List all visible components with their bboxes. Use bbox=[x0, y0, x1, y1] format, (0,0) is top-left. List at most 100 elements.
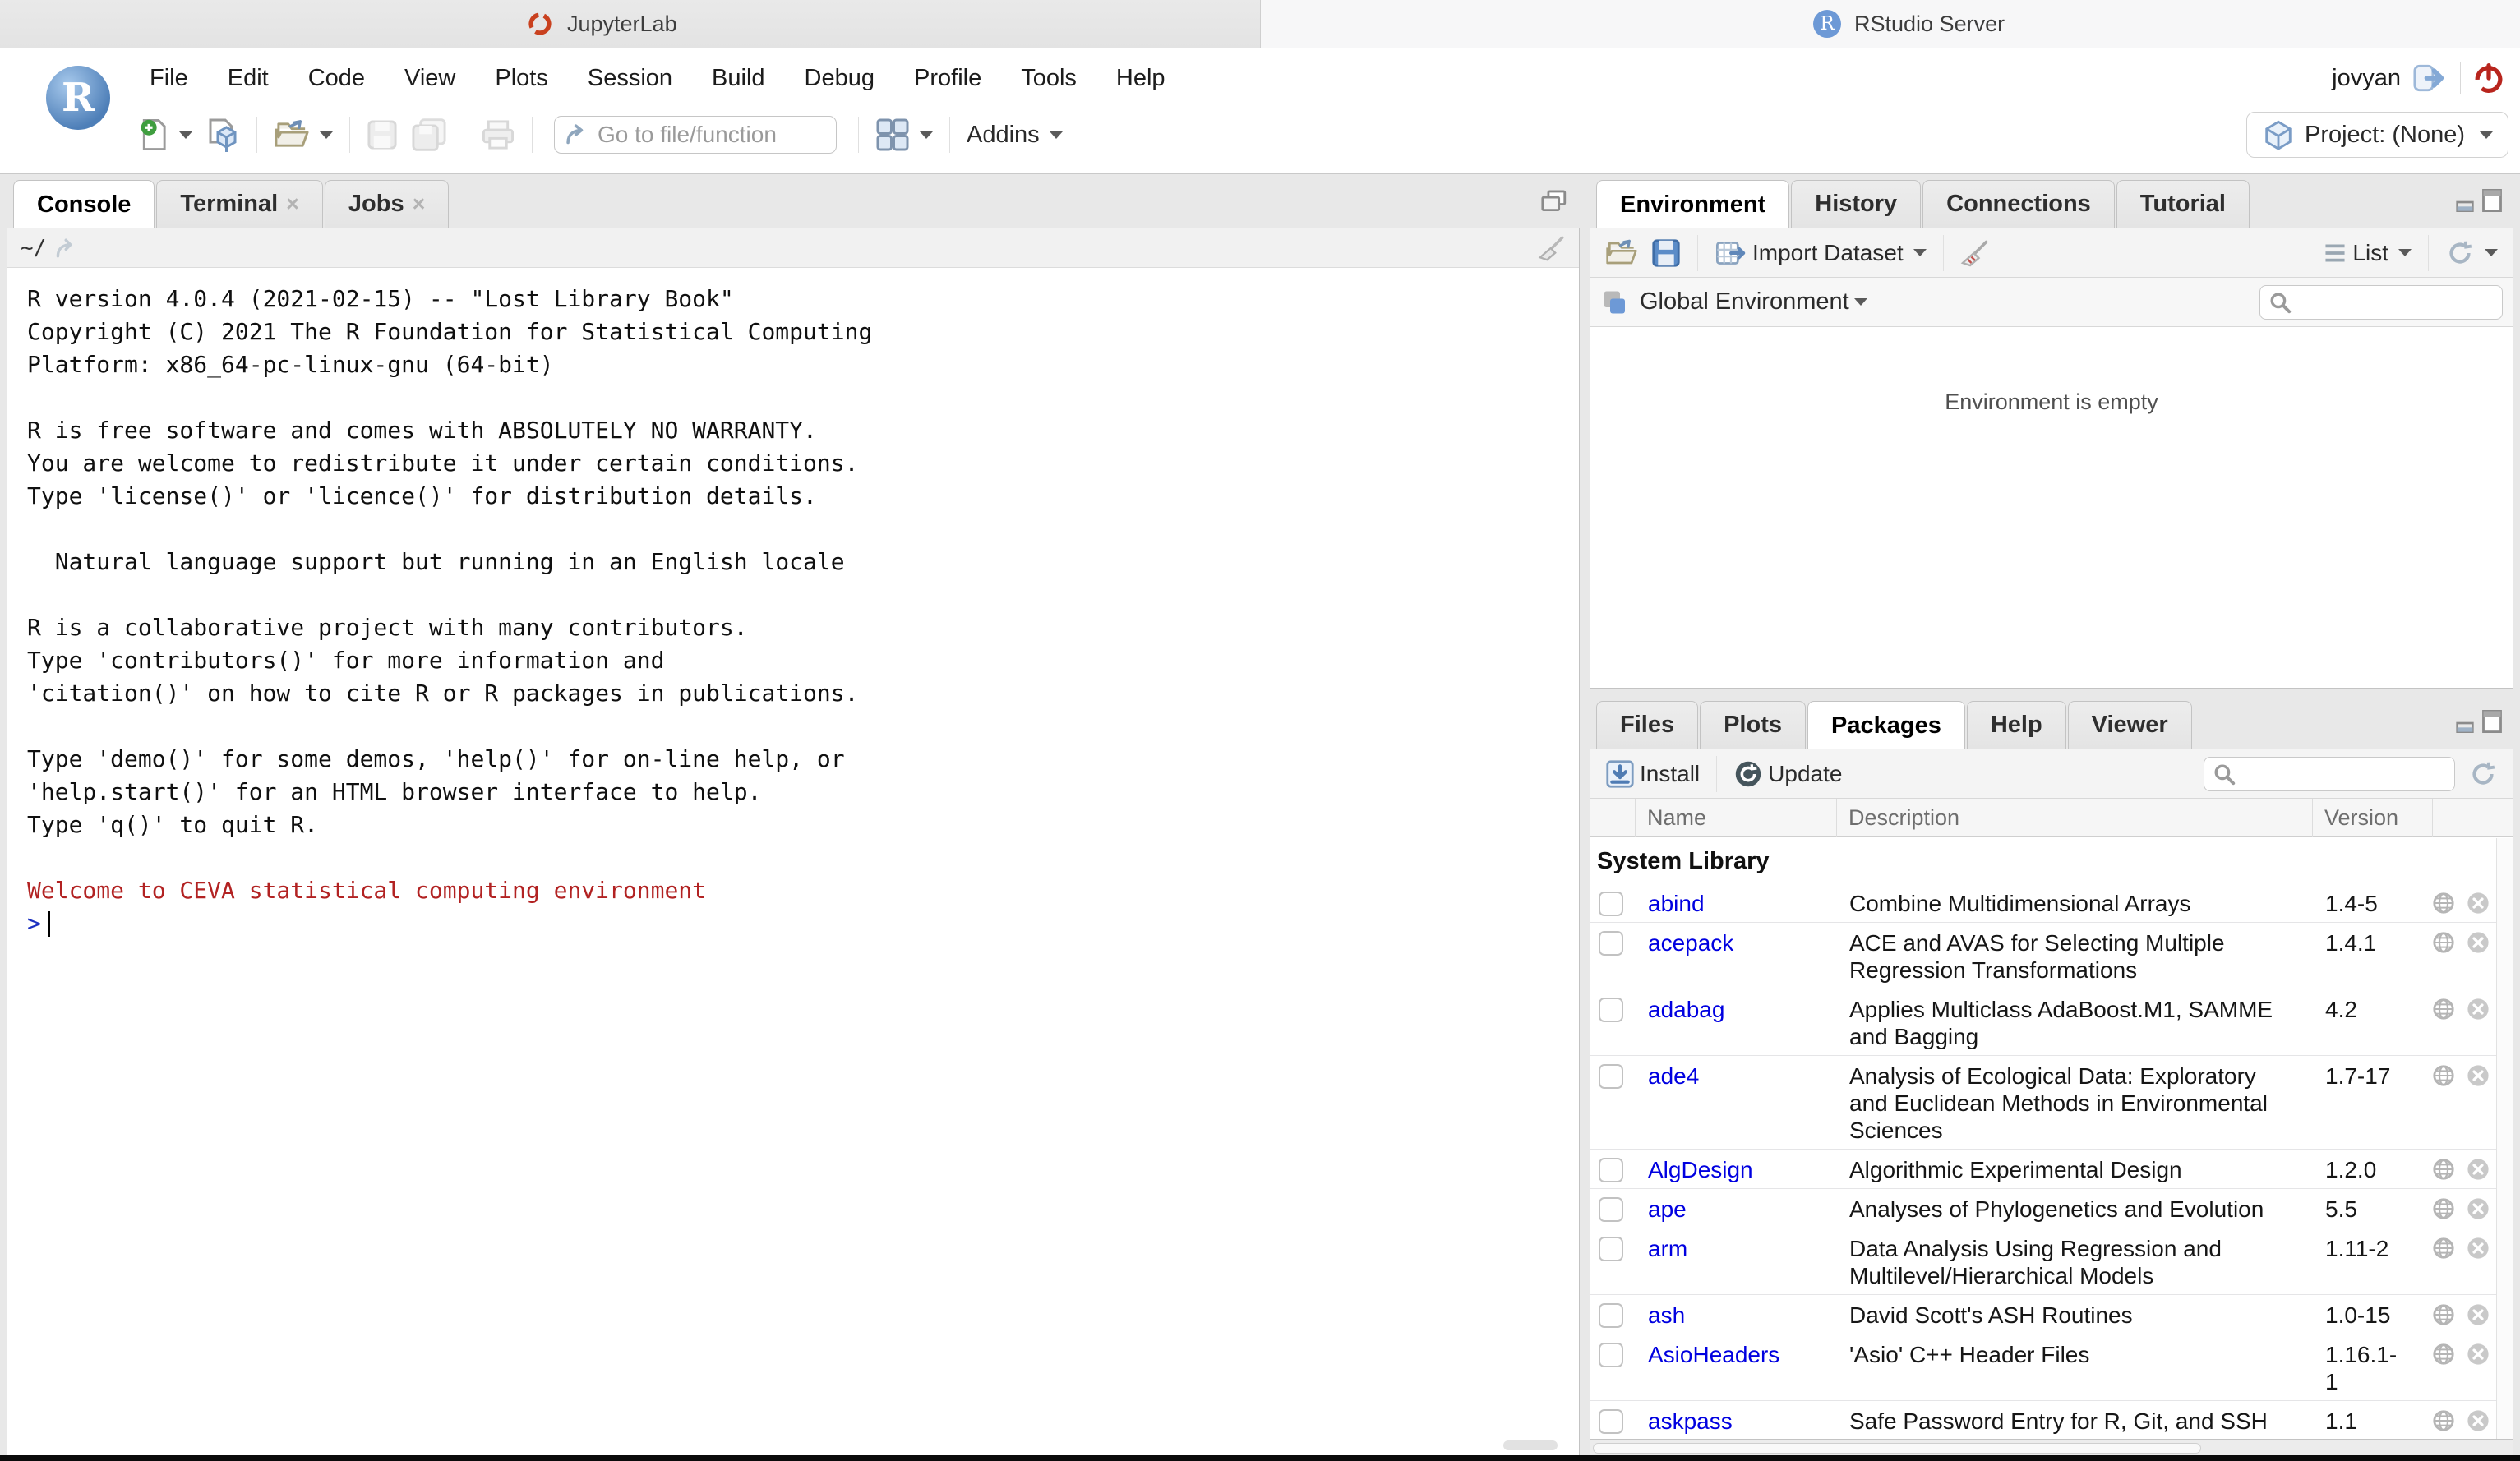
refresh-environment-button[interactable] bbox=[2439, 233, 2504, 273]
sign-out-icon[interactable] bbox=[2412, 62, 2448, 94]
environment-tab-environment[interactable]: Environment bbox=[1596, 180, 1789, 228]
menu-item-code[interactable]: Code bbox=[288, 57, 385, 100]
package-checkbox[interactable] bbox=[1599, 892, 1623, 916]
remove-package-icon[interactable] bbox=[2467, 931, 2490, 954]
list-view-button[interactable]: List bbox=[2316, 235, 2418, 271]
globe-icon[interactable] bbox=[2432, 931, 2455, 954]
new-file-button[interactable] bbox=[132, 113, 199, 157]
install-packages-button[interactable]: Install bbox=[1599, 754, 1706, 794]
package-checkbox[interactable] bbox=[1599, 1158, 1623, 1182]
new-project-button[interactable] bbox=[199, 113, 247, 157]
update-packages-button[interactable]: Update bbox=[1727, 754, 1848, 794]
packages-vertical-scrollbar[interactable] bbox=[2496, 838, 2513, 1439]
import-dataset-button[interactable]: Import Dataset bbox=[1708, 233, 1933, 273]
environment-tab-history[interactable]: History bbox=[1791, 180, 1921, 228]
packages-tab-help[interactable]: Help bbox=[1967, 701, 2066, 749]
packages-tab-files[interactable]: Files bbox=[1596, 701, 1698, 749]
globe-icon[interactable] bbox=[2432, 1064, 2455, 1087]
package-name-link[interactable]: abind bbox=[1635, 888, 1836, 917]
power-icon[interactable] bbox=[2472, 62, 2505, 94]
package-name-link[interactable]: adabag bbox=[1635, 994, 1836, 1023]
save-button[interactable] bbox=[360, 114, 404, 155]
load-workspace-button[interactable] bbox=[1599, 233, 1645, 273]
environment-scope-label[interactable]: Global Environment bbox=[1640, 288, 1849, 316]
environment-tab-connections[interactable]: Connections bbox=[1922, 180, 2115, 228]
package-name-link[interactable]: AsioHeaders bbox=[1635, 1339, 1836, 1368]
console-body[interactable]: ~/ R version 4.0.4 (2021-02-15) -- "Lost… bbox=[7, 228, 1580, 1456]
package-name-link[interactable]: acepack bbox=[1635, 928, 1836, 956]
remove-package-icon[interactable] bbox=[2467, 1158, 2490, 1181]
remove-package-icon[interactable] bbox=[2467, 1303, 2490, 1326]
console-tab-jobs[interactable]: Jobs× bbox=[325, 180, 449, 228]
globe-icon[interactable] bbox=[2432, 1303, 2455, 1326]
menu-item-plots[interactable]: Plots bbox=[475, 57, 567, 100]
environment-tab-tutorial[interactable]: Tutorial bbox=[2116, 180, 2250, 228]
remove-package-icon[interactable] bbox=[2467, 1343, 2490, 1366]
menu-item-file[interactable]: File bbox=[130, 57, 208, 100]
menu-item-session[interactable]: Session bbox=[568, 57, 692, 100]
console-prompt-line[interactable]: > bbox=[27, 907, 1579, 940]
globe-icon[interactable] bbox=[2432, 1343, 2455, 1366]
remove-package-icon[interactable] bbox=[2467, 1409, 2490, 1432]
package-checkbox[interactable] bbox=[1599, 1064, 1623, 1089]
package-name-link[interactable]: ape bbox=[1635, 1194, 1836, 1223]
remove-package-icon[interactable] bbox=[2467, 1237, 2490, 1260]
globe-icon[interactable] bbox=[2432, 1237, 2455, 1260]
menu-item-tools[interactable]: Tools bbox=[1001, 57, 1096, 100]
packages-tab-plots[interactable]: Plots bbox=[1700, 701, 1806, 749]
packages-search-box[interactable] bbox=[2204, 757, 2455, 791]
console-scrollbar-thumb[interactable] bbox=[1503, 1440, 1558, 1450]
globe-icon[interactable] bbox=[2432, 998, 2455, 1021]
package-checkbox[interactable] bbox=[1599, 998, 1623, 1022]
package-checkbox[interactable] bbox=[1599, 1237, 1623, 1261]
packages-window-controls[interactable] bbox=[2456, 710, 2502, 733]
clear-console-broom-icon[interactable] bbox=[1538, 235, 1566, 261]
refresh-packages-button[interactable] bbox=[2462, 754, 2504, 794]
console-tab-terminal[interactable]: Terminal× bbox=[156, 180, 323, 228]
browser-tab-rstudio[interactable]: R RStudio Server bbox=[1261, 0, 2520, 48]
menu-item-debug[interactable]: Debug bbox=[785, 57, 894, 100]
goto-file-function-input[interactable] bbox=[598, 122, 826, 148]
globe-icon[interactable] bbox=[2432, 1409, 2455, 1432]
close-tab-icon[interactable]: × bbox=[413, 193, 426, 215]
addins-button[interactable]: Addins bbox=[960, 117, 1069, 154]
menu-item-view[interactable]: View bbox=[385, 57, 475, 100]
package-checkbox[interactable] bbox=[1599, 1197, 1623, 1222]
package-checkbox[interactable] bbox=[1599, 1409, 1623, 1434]
menu-item-edit[interactable]: Edit bbox=[208, 57, 288, 100]
globe-icon[interactable] bbox=[2432, 1197, 2455, 1220]
menu-item-help[interactable]: Help bbox=[1096, 57, 1185, 100]
package-name-link[interactable]: ash bbox=[1635, 1300, 1836, 1329]
remove-package-icon[interactable] bbox=[2467, 1064, 2490, 1087]
console-window-controls[interactable] bbox=[1540, 189, 1568, 214]
package-name-link[interactable]: AlgDesign bbox=[1635, 1155, 1836, 1183]
goto-file-function-box[interactable] bbox=[554, 116, 837, 154]
packages-search-input[interactable] bbox=[2242, 761, 2431, 786]
package-name-link[interactable]: arm bbox=[1635, 1233, 1836, 1262]
package-checkbox[interactable] bbox=[1599, 931, 1623, 956]
package-checkbox[interactable] bbox=[1599, 1343, 1623, 1367]
package-name-link[interactable]: askpass bbox=[1635, 1406, 1836, 1435]
environment-window-controls[interactable] bbox=[2456, 189, 2502, 212]
open-file-button[interactable] bbox=[267, 113, 339, 156]
packages-horizontal-scrollbar[interactable] bbox=[1590, 1440, 2513, 1456]
remove-package-icon[interactable] bbox=[2467, 892, 2490, 915]
pane-layout-button[interactable] bbox=[869, 113, 939, 157]
remove-package-icon[interactable] bbox=[2467, 998, 2490, 1021]
remove-package-icon[interactable] bbox=[2467, 1197, 2490, 1220]
menu-item-build[interactable]: Build bbox=[692, 57, 785, 100]
browser-tab-jupyterlab[interactable]: JupyterLab bbox=[0, 0, 1261, 48]
globe-icon[interactable] bbox=[2432, 892, 2455, 915]
packages-tab-packages[interactable]: Packages bbox=[1807, 701, 1965, 749]
package-name-link[interactable]: ade4 bbox=[1635, 1061, 1836, 1090]
save-workspace-button[interactable] bbox=[1645, 233, 1687, 273]
environment-search-input[interactable] bbox=[2298, 289, 2487, 315]
scrollbar-thumb[interactable] bbox=[1593, 1443, 2201, 1454]
print-button[interactable] bbox=[474, 114, 522, 155]
packages-tab-viewer[interactable]: Viewer bbox=[2068, 701, 2192, 749]
project-menu-button[interactable]: Project: (None) bbox=[2246, 112, 2508, 158]
clear-environment-broom-button[interactable] bbox=[1954, 234, 1996, 272]
package-checkbox[interactable] bbox=[1599, 1303, 1623, 1328]
environment-search-box[interactable] bbox=[2259, 285, 2503, 320]
save-all-button[interactable] bbox=[404, 113, 454, 156]
